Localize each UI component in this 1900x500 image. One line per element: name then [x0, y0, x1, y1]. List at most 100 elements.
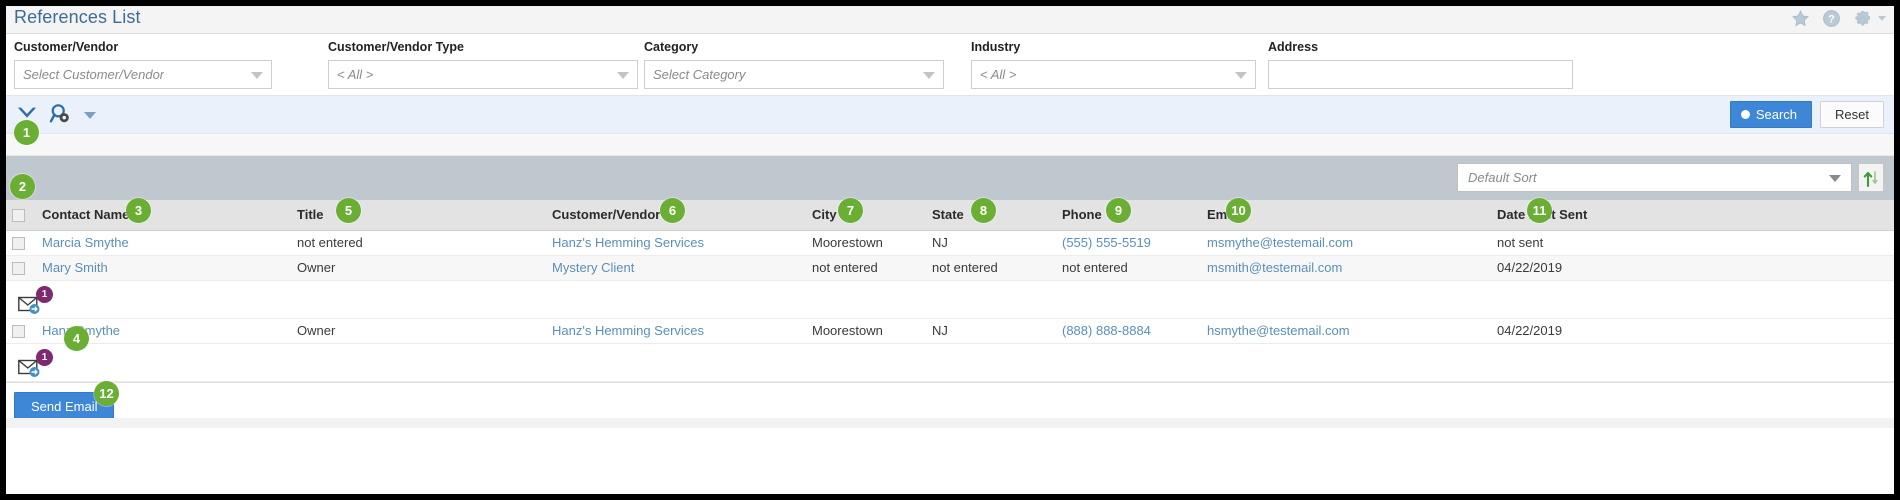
email-sent-indicator[interactable]: 1: [18, 348, 53, 381]
customer-vendor-link[interactable]: Hanz's Hemming Services: [552, 323, 704, 338]
help-icon[interactable]: ?: [1822, 9, 1841, 28]
filter-label-category: Category: [644, 40, 699, 54]
filter-label-address: Address: [1268, 40, 1319, 54]
sort-value: Default Sort: [1468, 170, 1537, 185]
callout-badge-10: 10: [1226, 198, 1251, 223]
row-select-cell[interactable]: [6, 230, 36, 256]
cell-email[interactable]: msmythe@testemail.com: [1201, 230, 1491, 256]
row-select-cell[interactable]: [6, 255, 36, 281]
cell-email[interactable]: msmith@testemail.com: [1201, 255, 1491, 281]
row-select-cell[interactable]: [6, 318, 36, 344]
sort-controls-group: Default Sort: [1457, 163, 1884, 192]
sort-ascending-icon: [1863, 170, 1878, 187]
cell-customer-vendor[interactable]: Hanz's Hemming Services: [546, 318, 806, 344]
chevron-down-icon[interactable]: [251, 72, 263, 79]
email-count-badge: 1: [36, 348, 53, 366]
column-header-city[interactable]: City: [806, 200, 926, 231]
contact-name-link[interactable]: Marcia Smythe: [42, 235, 129, 250]
phone-link[interactable]: (555) 555-5519: [1062, 235, 1151, 250]
sort-direction-toggle[interactable]: [1858, 163, 1884, 192]
category-value: Select Category: [653, 67, 746, 82]
cell-contact-name[interactable]: Marcia Smythe: [36, 230, 291, 256]
column-header-contact-name[interactable]: Contact Name: [36, 200, 291, 231]
panel-spacer: [6, 134, 1894, 156]
chevron-down-icon[interactable]: [923, 72, 935, 79]
settings-gear-icon[interactable]: [1853, 9, 1872, 28]
cell-customer-vendor[interactable]: Mystery Client: [546, 255, 806, 281]
row-checkbox[interactable]: [12, 325, 25, 339]
cell-title: not entered: [291, 230, 546, 256]
filter-label-customer-vendor-type: Customer/Vendor Type: [328, 40, 464, 54]
chevron-down-icon[interactable]: [1829, 175, 1841, 182]
chevron-down-icon[interactable]: [84, 112, 96, 119]
cell-date-last-sent: 04/22/2019: [1491, 255, 1894, 281]
cell-city: not entered: [806, 255, 926, 281]
customer-vendor-type-select[interactable]: < All >: [328, 60, 638, 89]
search-button-label: Search: [1755, 107, 1798, 122]
email-sent-indicator[interactable]: 1: [18, 285, 53, 318]
cell-state: NJ: [926, 318, 1056, 344]
customer-vendor-link[interactable]: Mystery Client: [552, 260, 634, 275]
page-title: References List: [14, 7, 141, 27]
row-email-status: 1: [6, 280, 1894, 319]
search-buttons-group: Search Reset: [1729, 101, 1884, 128]
address-input[interactable]: [1268, 60, 1573, 89]
industry-select[interactable]: < All >: [971, 60, 1256, 89]
row-checkbox[interactable]: [12, 237, 25, 251]
filter-panel: Customer/Vendor Select Customer/Vendor C…: [6, 34, 1894, 96]
category-select[interactable]: Select Category: [644, 60, 944, 89]
cell-contact-name[interactable]: Mary Smith: [36, 255, 291, 281]
select-all-checkbox[interactable]: [12, 209, 25, 223]
callout-badge-6: 6: [660, 198, 685, 223]
cell-title: Owner: [291, 318, 546, 344]
cell-customer-vendor[interactable]: Hanz's Hemming Services: [546, 230, 806, 256]
callout-badge-5: 5: [336, 198, 361, 223]
references-table: Contact Name Title Customer/Vendor City …: [6, 200, 1894, 382]
references-list-page: References List ? Customer/Vendor Select…: [6, 6, 1894, 494]
filter-label-customer-vendor: Customer/Vendor: [14, 40, 119, 54]
customer-vendor-link[interactable]: Hanz's Hemming Services: [552, 235, 704, 250]
cell-city: Moorestown: [806, 318, 926, 344]
cell-title: Owner: [291, 255, 546, 281]
sort-select[interactable]: Default Sort: [1457, 163, 1852, 192]
callout-badge-3: 3: [126, 198, 151, 223]
page-footer: Send Email: [6, 381, 1894, 428]
cell-phone[interactable]: (888) 888-8884: [1056, 318, 1201, 344]
chevron-down-icon[interactable]: [1878, 16, 1886, 21]
email-link[interactable]: msmythe@testemail.com: [1207, 235, 1353, 250]
reset-button[interactable]: Reset: [1820, 101, 1884, 128]
email-link[interactable]: msmith@testemail.com: [1207, 260, 1342, 275]
column-header-date-last-sent[interactable]: Date Last Sent: [1491, 200, 1894, 231]
favorite-star-icon[interactable]: [1791, 9, 1810, 28]
column-header-title[interactable]: Title: [291, 200, 546, 231]
phone-link[interactable]: (888) 888-8884: [1062, 323, 1151, 338]
filter-industry: Industry < All >: [971, 40, 1256, 89]
footer-strip: [6, 417, 1894, 428]
chevron-down-icon[interactable]: [617, 72, 629, 79]
cell-city: Moorestown: [806, 230, 926, 256]
title-bar: References List ?: [6, 6, 1894, 34]
contact-name-link[interactable]: Mary Smith: [42, 260, 108, 275]
cell-state: NJ: [926, 230, 1056, 256]
cell-phone[interactable]: (555) 555-5519: [1056, 230, 1201, 256]
customer-vendor-value: Select Customer/Vendor: [23, 67, 165, 82]
search-settings-icon[interactable]: [49, 103, 73, 125]
table-row[interactable]: Mary Smith Owner Mystery Client not ente…: [6, 255, 1894, 281]
customer-vendor-select[interactable]: Select Customer/Vendor: [14, 60, 272, 89]
search-button-dot-icon: [1740, 110, 1750, 119]
search-button[interactable]: Search: [1729, 101, 1813, 128]
callout-badge-4: 4: [64, 326, 89, 351]
cell-email[interactable]: hsmythe@testemail.com: [1201, 318, 1491, 344]
email-link[interactable]: hsmythe@testemail.com: [1207, 323, 1350, 338]
svg-text:?: ?: [1828, 13, 1835, 25]
callout-badge-12: 12: [94, 381, 119, 406]
row-checkbox[interactable]: [12, 262, 25, 276]
table-row[interactable]: Hanz Smythe Owner Hanz's Hemming Service…: [6, 318, 1894, 344]
callout-badge-7: 7: [838, 198, 863, 223]
industry-value: < All >: [980, 67, 1017, 82]
cell-date-last-sent: not sent: [1491, 230, 1894, 256]
chevron-down-icon[interactable]: [1235, 72, 1247, 79]
table-row[interactable]: Marcia Smythe not entered Hanz's Hemming…: [6, 230, 1894, 256]
table-header-row: Contact Name Title Customer/Vendor City …: [6, 200, 1894, 231]
select-all-header[interactable]: [6, 200, 36, 231]
